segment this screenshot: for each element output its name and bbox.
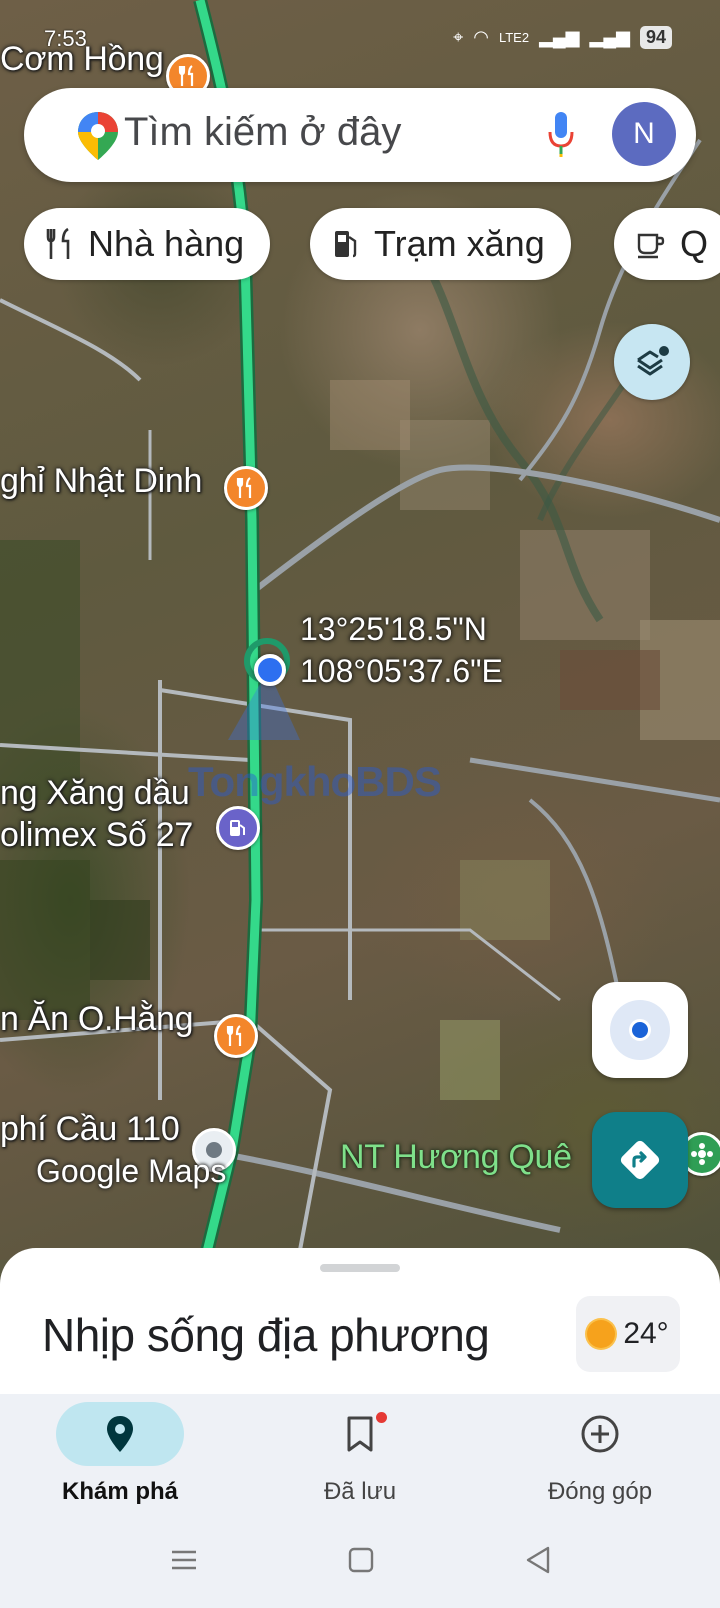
gas-station-icon bbox=[335, 231, 357, 258]
my-location-button[interactable] bbox=[592, 982, 688, 1078]
chip-label: Nhà hàng bbox=[88, 223, 245, 264]
notification-dot bbox=[376, 1412, 387, 1423]
fork-knife-icon bbox=[46, 227, 70, 259]
signal-icon: ▂▄▆ bbox=[589, 27, 630, 47]
temperature: 24° bbox=[623, 1317, 669, 1350]
sheet-title: Nhịp sống địa phương bbox=[42, 1309, 490, 1361]
coffee-cup-icon bbox=[637, 233, 665, 259]
place-label-xang-dau[interactable]: ng Xăng dầu bbox=[0, 774, 190, 813]
microphone-icon[interactable] bbox=[546, 110, 576, 158]
system-navigation bbox=[172, 1546, 550, 1574]
status-time: 7:53 bbox=[44, 26, 87, 51]
status-bar: 7:53 ⌖ ◠ LTE2 ▂▄▆ ▂▄▆ 94 bbox=[0, 18, 720, 62]
nav-label: Khám phá bbox=[61, 1478, 178, 1505]
nav-label: Đã lưu bbox=[323, 1478, 397, 1505]
place-label-nhat-dinh[interactable]: ghỉ Nhật Dinh bbox=[0, 462, 202, 501]
coordinate-label: 13°25'18.5"N 108°05'37.6"E bbox=[300, 608, 503, 692]
nav-saved[interactable]: Đã lưu bbox=[260, 1402, 460, 1506]
directions-icon bbox=[620, 1140, 660, 1180]
google-maps-logo-icon bbox=[78, 112, 118, 160]
chip-gas-stations[interactable]: Trạm xăng bbox=[310, 208, 571, 280]
place-label-huong-que[interactable]: NT Hương Quê bbox=[340, 1138, 572, 1177]
place-label-petrolimex[interactable]: olimex Số 27 bbox=[0, 816, 193, 855]
restaurant-pin-icon[interactable] bbox=[214, 1014, 258, 1058]
back-icon[interactable] bbox=[526, 1546, 550, 1574]
bookmark-icon bbox=[347, 1416, 373, 1452]
layers-icon bbox=[637, 346, 669, 376]
longitude: 108°05'37.6"E bbox=[300, 653, 503, 689]
chip-label: Trạm xăng bbox=[374, 223, 545, 264]
google-maps-attribution: Google Maps bbox=[36, 1153, 227, 1189]
chip-coffee[interactable]: Q bbox=[614, 208, 720, 280]
nav-indicator bbox=[296, 1402, 424, 1466]
recents-icon[interactable] bbox=[172, 1550, 196, 1570]
restaurant-pin-icon[interactable] bbox=[224, 466, 268, 510]
battery-level: 94 bbox=[639, 26, 672, 49]
layers-button[interactable] bbox=[614, 324, 690, 400]
satellite-map[interactable]: TongkhoBDS Cơm Hồng ghỉ Nhật Dinh 13°25'… bbox=[0, 0, 720, 1260]
nav-explore[interactable]: Khám phá bbox=[20, 1402, 220, 1506]
signal-icon: ▂▄▆ bbox=[539, 27, 580, 47]
explore-pin-icon bbox=[107, 1416, 133, 1452]
search-bar[interactable]: Tìm kiếm ở đây N bbox=[24, 88, 696, 182]
gas-station-pin-icon[interactable] bbox=[216, 806, 260, 850]
place-label-cau-110[interactable]: phí Cầu 110 bbox=[0, 1110, 180, 1149]
directions-button[interactable] bbox=[592, 1112, 688, 1208]
bottom-navigation: Khám phá Đã lưu Đóng góp bbox=[0, 1394, 720, 1608]
chip-restaurants[interactable]: Nhà hàng bbox=[24, 208, 271, 280]
avatar[interactable]: N bbox=[612, 102, 676, 166]
sun-icon bbox=[587, 1320, 616, 1348]
current-location-dot[interactable] bbox=[254, 654, 286, 686]
nav-indicator bbox=[56, 1402, 184, 1466]
network-type: LTE2 bbox=[498, 30, 530, 45]
nav-indicator bbox=[536, 1402, 664, 1466]
status-icons: ⌖ ◠ LTE2 ▂▄▆ ▂▄▆ 94 bbox=[453, 26, 672, 49]
bottom-sheet[interactable]: Nhịp sống địa phương 24° bbox=[0, 1248, 720, 1394]
wifi-icon: ◠ bbox=[473, 27, 489, 47]
home-icon[interactable] bbox=[348, 1547, 374, 1573]
nav-label: Đóng góp bbox=[547, 1478, 653, 1505]
latitude: 13°25'18.5"N bbox=[300, 611, 487, 647]
chip-label: Q bbox=[680, 223, 709, 264]
nav-contribute[interactable]: Đóng góp bbox=[500, 1402, 700, 1506]
my-location-icon bbox=[610, 1000, 670, 1060]
sheet-drag-handle[interactable] bbox=[320, 1264, 400, 1272]
search-input[interactable]: Tìm kiếm ở đây bbox=[124, 110, 401, 155]
add-circle-icon bbox=[581, 1415, 619, 1453]
location-icon: ⌖ bbox=[453, 27, 464, 47]
watermark: TongkhoBDS bbox=[188, 758, 442, 805]
place-label-o-hang[interactable]: n Ăn O.Hằng bbox=[0, 1000, 194, 1039]
weather-chip[interactable]: 24° bbox=[576, 1296, 680, 1372]
